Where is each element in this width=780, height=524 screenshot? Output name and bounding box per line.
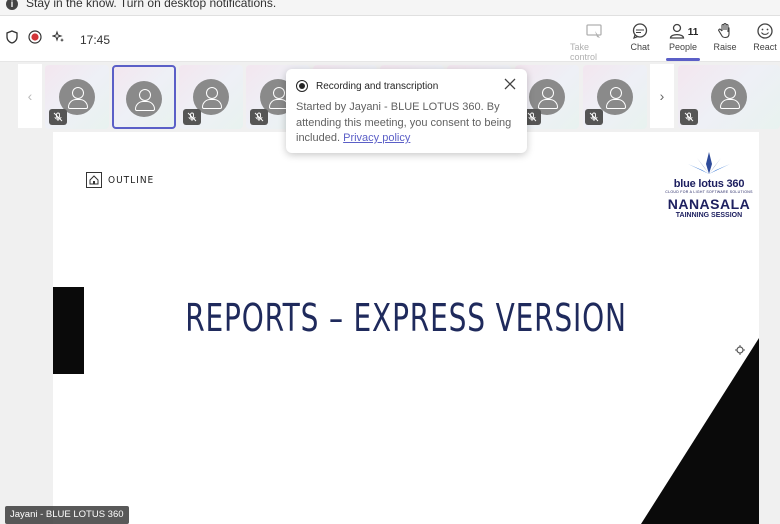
recording-notice-header: Recording and transcription: [296, 80, 438, 92]
meeting-toolbar: 17:45 Take control Chat 11 People Raise …: [0, 16, 780, 62]
presenter-name-badge: Jayani - BLUE LOTUS 360: [5, 506, 129, 524]
chat-button[interactable]: Chat: [626, 22, 654, 52]
chevron-right-icon: ›: [659, 88, 665, 104]
mic-off-icon: [250, 109, 268, 125]
recording-notice-title: Recording and transcription: [316, 80, 439, 92]
notification-banner[interactable]: i Stay in the know. Turn on desktop noti…: [0, 0, 780, 16]
avatar: [711, 79, 747, 115]
people-count: 11: [687, 26, 699, 38]
raise-label: Raise: [713, 42, 737, 52]
raise-hand-button[interactable]: Raise: [712, 22, 738, 52]
people-label: People: [668, 42, 698, 52]
outline-link[interactable]: OUTLINE: [86, 172, 154, 188]
recording-notice-body: Started by Jayani - BLUE LOTUS 360. By a…: [296, 100, 518, 147]
record-icon: [296, 80, 308, 92]
close-icon[interactable]: [503, 77, 517, 91]
mic-off-icon: [585, 109, 603, 125]
react-button[interactable]: React: [752, 22, 778, 52]
chat-label: Chat: [630, 42, 650, 52]
shared-slide: OUTLINE blue lotus 360 CLOUD FOR A LIGHT…: [53, 132, 759, 524]
chevron-left-icon: ‹: [27, 88, 33, 104]
participant-tile[interactable]: [45, 65, 109, 129]
people-active-indicator: [666, 58, 700, 61]
mic-off-icon: [49, 109, 67, 125]
participant-tile[interactable]: [583, 65, 647, 129]
smiley-icon: [757, 23, 773, 39]
strip-next-button[interactable]: ›: [650, 64, 674, 128]
lotus-icon: [688, 152, 730, 174]
avatar: [126, 81, 162, 117]
people-icon: [669, 23, 684, 39]
meeting-timer: 17:45: [80, 32, 111, 47]
screen-control-icon: [586, 24, 602, 38]
take-control-label: Take control: [570, 42, 598, 62]
logo-nanasala: NANASALA: [667, 196, 751, 212]
home-icon: [86, 172, 102, 188]
take-control-button[interactable]: Take control: [570, 22, 618, 62]
shield-icon[interactable]: [6, 30, 18, 49]
react-label: React: [753, 42, 777, 52]
chat-icon: [632, 23, 648, 40]
blue-lotus-logo: blue lotus 360 CLOUD FOR A LIGHT SOFTWAR…: [661, 150, 757, 230]
logo-session: TAINNING SESSION: [675, 212, 743, 219]
hand-icon: [718, 22, 730, 38]
notification-message: Stay in the know. Turn on desktop notifi…: [26, 0, 277, 10]
participant-tile[interactable]: [678, 65, 780, 129]
meeting-status: 17:45: [6, 30, 110, 49]
privacy-policy-link[interactable]: Privacy policy: [343, 132, 410, 144]
mic-off-icon: [183, 109, 201, 125]
strip-prev-button[interactable]: ‹: [18, 64, 42, 128]
logo-brand: blue lotus 360: [673, 178, 745, 190]
logo-tagline: CLOUD FOR A LIGHT SOFTWARE SOLUTIONS: [665, 190, 753, 194]
recording-notice-popup: Recording and transcription Started by J…: [286, 69, 527, 153]
mic-off-icon: [680, 109, 698, 125]
participant-tile-selected[interactable]: [112, 65, 176, 129]
participant-tile[interactable]: [179, 65, 243, 129]
recording-icon[interactable]: [28, 30, 42, 49]
meeting-window: i Stay in the know. Turn on desktop noti…: [0, 0, 780, 524]
slide-decoration-bar: [53, 287, 84, 374]
people-button[interactable]: 11 People: [666, 22, 700, 52]
sparkle-icon[interactable]: [51, 30, 66, 49]
info-icon: i: [6, 0, 18, 10]
slide-decoration-triangle: [641, 338, 759, 524]
outline-label: OUTLINE: [108, 174, 155, 186]
slide-title: REPORTS – EXPRESS VERSION: [185, 296, 627, 340]
